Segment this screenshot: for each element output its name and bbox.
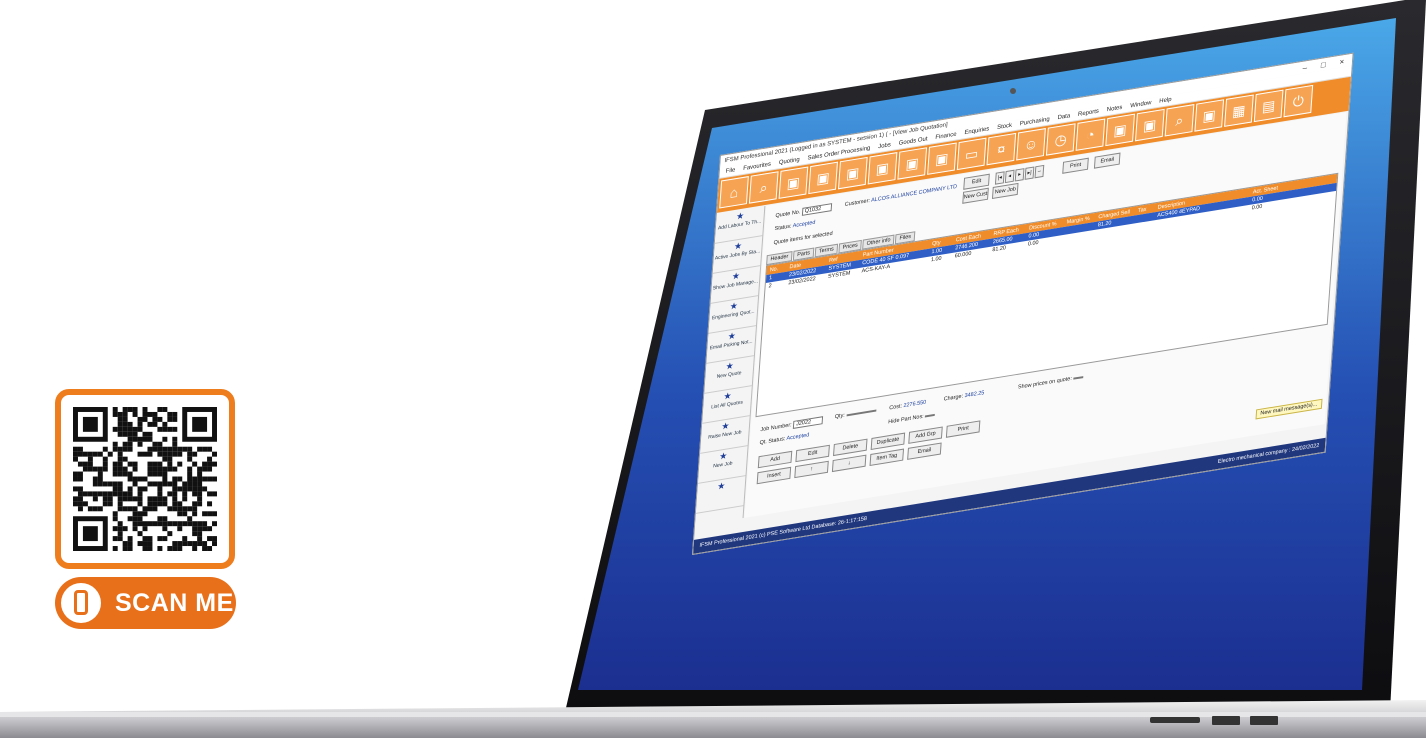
- enquiry-icon[interactable]: ▣: [1134, 108, 1165, 142]
- invoice-icon[interactable]: ▣: [897, 147, 928, 180]
- wrench-icon[interactable]: ▣: [867, 152, 898, 185]
- duplicate-button[interactable]: Duplicate: [870, 432, 906, 450]
- qty-field: Qty:: [834, 408, 877, 421]
- close-button[interactable]: ×: [1339, 57, 1344, 67]
- nav-button[interactable]: ▸: [1014, 168, 1025, 182]
- person-icon[interactable]: ☺: [1016, 128, 1046, 161]
- action-button[interactable]: Email: [907, 442, 942, 460]
- action-button[interactable]: ↓: [831, 454, 867, 473]
- menu-item-reports[interactable]: Reports: [1078, 109, 1099, 118]
- qt-status-field: Qt. Status: Accepted: [759, 432, 809, 446]
- print-button[interactable]: Print: [1062, 157, 1089, 174]
- status-value: Accepted: [792, 219, 816, 230]
- charge-label: Charge:: [943, 393, 964, 403]
- status-right: Electro mechanical company : 24/02/2022: [1217, 442, 1320, 466]
- job-number-label: Job Number:: [760, 422, 792, 434]
- table-body: 1 23/02/2022 SYSTEM CODE 40 SF 0.097 1.00 274…: [765, 182, 1337, 291]
- minimize-button[interactable]: –: [1302, 63, 1307, 73]
- report-icon[interactable]: ▣: [1105, 113, 1135, 147]
- power-icon[interactable]: ⏻: [1283, 84, 1314, 118]
- hide-part-nos-checkbox[interactable]: [925, 413, 936, 418]
- nav-button[interactable]: |◂: [994, 171, 1005, 185]
- money-icon[interactable]: ¤: [986, 132, 1017, 166]
- show-prices-label: Show prices on quote:: [1017, 375, 1073, 391]
- gauge-icon[interactable]: ◷: [1045, 123, 1076, 156]
- show-prices-field: Show prices on quote:: [1018, 374, 1084, 391]
- menu-item-jobs[interactable]: Jobs: [878, 142, 891, 150]
- edit-button[interactable]: Edit: [795, 444, 830, 463]
- nav-button[interactable]: –: [1034, 164, 1045, 179]
- cost-label: Cost:: [889, 403, 903, 412]
- action-button[interactable]: ↑: [794, 460, 829, 479]
- status-field: Status: Accepted: [774, 220, 815, 233]
- calendar-icon[interactable]: ▣: [837, 156, 868, 190]
- search-icon[interactable]: ⌕: [748, 171, 779, 204]
- action-button[interactable]: Insert: [756, 466, 792, 485]
- email-button[interactable]: Email: [1093, 152, 1121, 169]
- menu-item-window[interactable]: Window: [1130, 100, 1152, 109]
- hide-part-nos-field: Hide Part Nos:: [888, 412, 936, 426]
- menu-item-finance[interactable]: Finance: [935, 132, 957, 141]
- items-note: Quote items for selected: [773, 230, 833, 247]
- status-label: Status:: [774, 223, 792, 233]
- menu-item-file[interactable]: File: [725, 167, 735, 175]
- table-cell: 1.00: [930, 255, 942, 264]
- nav-button[interactable]: ◂: [1004, 169, 1015, 184]
- show-prices-checkbox[interactable]: [1073, 376, 1084, 380]
- cost-value: 2276.550: [903, 399, 927, 410]
- quote-no-field: Quote No. Q1032: [775, 203, 832, 220]
- record-navigator: |◂ ◂ ▸ ▸| –: [994, 164, 1045, 185]
- table-row[interactable]: 1 23/02/2022 SYSTEM CODE 40 SF 0.097 1.00 274…: [765, 182, 1337, 284]
- customer-label: Customer:: [844, 197, 871, 209]
- calculator-icon[interactable]: ▤: [1253, 89, 1284, 123]
- quote-no-label: Quote No.: [775, 209, 801, 220]
- table-cell: [1134, 216, 1154, 219]
- qt-status-value: Accepted: [786, 432, 810, 442]
- grid-icon[interactable]: ▦: [1224, 94, 1254, 127]
- menu-item-stock[interactable]: Stock: [997, 123, 1012, 131]
- new-cust-button[interactable]: New Cust: [962, 187, 989, 204]
- new-job-button[interactable]: New Job: [991, 182, 1019, 200]
- cost-field: Cost: 2276.550: [889, 399, 926, 411]
- customer-value: ALCOS ALLIANCE COMPANY LTD: [870, 183, 958, 204]
- box-icon[interactable]: ▣: [927, 142, 957, 175]
- qt-status-label: Qt. Status:: [759, 436, 786, 447]
- quote-no-input[interactable]: Q1032: [801, 203, 832, 216]
- qty-input[interactable]: [846, 409, 877, 417]
- table-cell: [1094, 228, 1134, 234]
- menu-item-notes[interactable]: Notes: [1107, 105, 1123, 114]
- print-button[interactable]: Print: [945, 420, 981, 438]
- table-cell: [1063, 234, 1095, 239]
- webcam-icon: [1010, 88, 1016, 94]
- charge-field: Charge: 3482.25: [943, 390, 984, 403]
- table-cell: 2: [768, 283, 772, 290]
- add-grp-button[interactable]: Add Grp: [908, 426, 943, 444]
- new-mail-notice[interactable]: New mail message(s)...: [1255, 398, 1323, 420]
- document-icon[interactable]: ▣: [808, 161, 838, 195]
- job-number-input[interactable]: J2022: [792, 416, 824, 429]
- notes-icon[interactable]: ▣: [1194, 99, 1225, 132]
- quote-icon[interactable]: ▣: [778, 166, 809, 199]
- home-icon[interactable]: ⌂: [719, 176, 749, 209]
- delete-button[interactable]: Delete: [833, 438, 868, 457]
- menu-item-data[interactable]: Data: [1057, 113, 1070, 121]
- nav-button[interactable]: ▸|: [1024, 166, 1035, 180]
- table-cell: [1134, 224, 1154, 227]
- maximize-button[interactable]: □: [1321, 60, 1326, 70]
- add-button[interactable]: Add: [757, 450, 793, 469]
- job-number-field: Job Number: J2022: [760, 416, 824, 434]
- menu-item-quoting[interactable]: Quoting: [779, 157, 800, 166]
- action-button[interactable]: Item Tag: [869, 448, 905, 466]
- qty-label: Qty:: [834, 412, 845, 421]
- base-edge: [0, 712, 1426, 717]
- charge-value: 3482.25: [964, 390, 985, 400]
- port-icon: [1212, 716, 1240, 725]
- port-icon: [1250, 716, 1278, 725]
- hide-part-nos-label: Hide Part Nos:: [888, 413, 924, 426]
- chart-icon[interactable]: ◔: [1075, 118, 1106, 151]
- truck-icon[interactable]: ▭: [956, 137, 987, 171]
- menu-item-help[interactable]: Help: [1159, 97, 1172, 105]
- usb-port-icon: [1150, 717, 1200, 723]
- magnify-icon[interactable]: ⌕: [1164, 104, 1195, 137]
